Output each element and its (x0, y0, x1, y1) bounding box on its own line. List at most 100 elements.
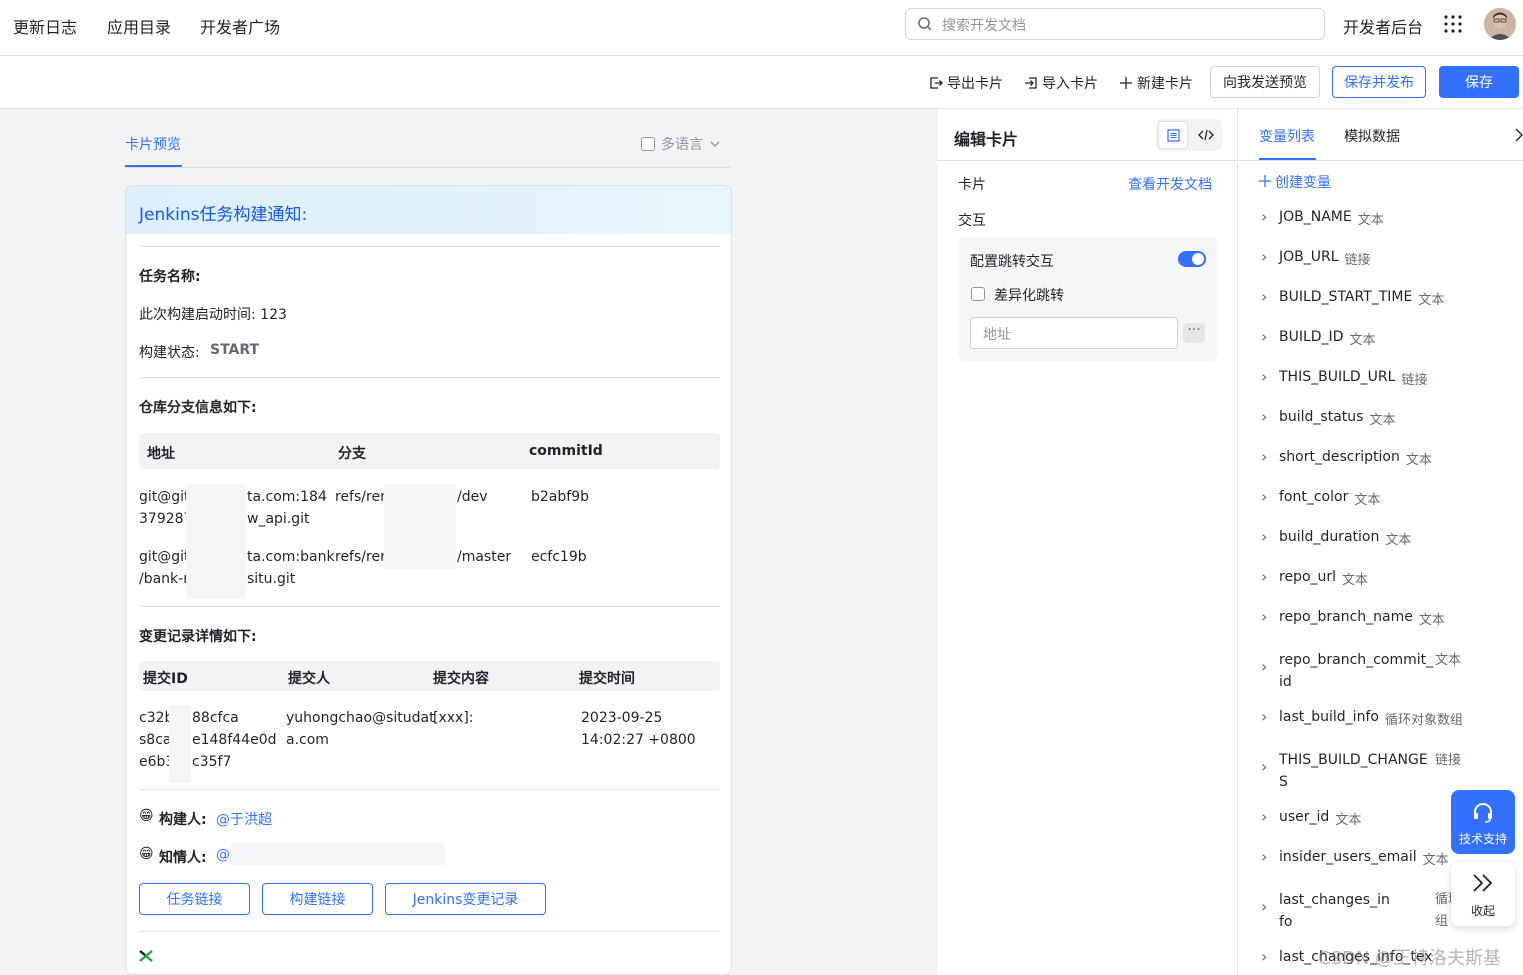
changes-col-content: 提交内容 (433, 671, 489, 687)
task-link-button[interactable]: 任务链接 (139, 883, 250, 915)
more-options-button[interactable]: ··· (1183, 323, 1205, 343)
multilang-toggle[interactable]: 多语言 (641, 134, 721, 154)
new-card-button[interactable]: 新建卡片 (1119, 73, 1193, 93)
variable-name: THIS_BUILD_URL (1279, 369, 1396, 385)
import-card-button[interactable]: 导入卡片 (1024, 73, 1098, 93)
tech-support-label: 技术支持 (1458, 832, 1507, 846)
variable-name: short_description (1279, 449, 1400, 465)
chevron-right-icon[interactable]: › (1261, 569, 1275, 585)
config-jump-toggle[interactable] (1178, 251, 1206, 267)
variable-item[interactable]: › insider_users_email 文本 (1261, 849, 1449, 869)
developer-console-link[interactable]: 开发者后台 (1343, 14, 1423, 38)
variable-item[interactable]: › font_color 文本 (1261, 489, 1380, 509)
tab-card-preview[interactable]: 卡片预览 (125, 134, 181, 154)
variable-name: font_color (1279, 489, 1349, 505)
jenkins-changes-button[interactable]: Jenkins变更记录 (385, 883, 546, 915)
collapse-button[interactable]: 收起 (1451, 862, 1515, 926)
insider-label: 知情人: (159, 850, 207, 866)
tab-variable-list[interactable]: 变量列表 (1259, 126, 1315, 146)
chevron-right-icon[interactable]: › (1261, 709, 1275, 725)
repo-cell: git@git (139, 489, 190, 505)
chevron-right-icon[interactable]: › (1261, 329, 1275, 345)
variable-item[interactable]: › BUILD_START_TIME 文本 (1261, 289, 1444, 309)
send-preview-button[interactable]: 向我发送预览 (1210, 66, 1320, 98)
variable-name: build_duration (1279, 529, 1380, 545)
task-name-label: 任务名称: (139, 269, 201, 285)
variable-item[interactable]: › repo_branch_name 文本 (1261, 609, 1445, 629)
app-grid-icon[interactable] (1444, 15, 1462, 33)
address-input[interactable]: 地址 (970, 317, 1178, 349)
search-input[interactable]: 搜索开发文档 (905, 8, 1325, 40)
chevron-right-icon[interactable]: › (1261, 289, 1275, 305)
variable-name-cont: S (1279, 774, 1288, 790)
import-icon (1025, 77, 1037, 89)
variable-item[interactable]: › build_duration 文本 (1261, 529, 1411, 549)
chevron-right-icon[interactable]: › (1261, 809, 1275, 825)
chevron-right-icon[interactable]: › (1261, 449, 1275, 465)
nav-developer-plaza[interactable]: 开发者广场 (200, 14, 280, 38)
nav-changelog[interactable]: 更新日志 (13, 14, 77, 38)
variable-type: 循环对象数组 (1384, 713, 1463, 728)
variable-name-cont: fo (1279, 914, 1293, 930)
tab-mock-data[interactable]: 模拟数据 (1344, 126, 1400, 146)
variable-type: 文本 (1405, 453, 1432, 468)
change-cell: e148f44e0d (192, 732, 277, 748)
chevron-right-icon[interactable]: › (1261, 529, 1275, 545)
multilang-checkbox[interactable] (641, 137, 655, 151)
chevron-right-icon[interactable] (1515, 128, 1523, 142)
variable-item[interactable]: › THIS_BUILD_CHANGE S 链接 (1261, 749, 1461, 793)
chevron-right-icon[interactable]: › (1261, 209, 1275, 225)
build-link-button[interactable]: 构建链接 (262, 883, 373, 915)
repo-cell: ta.com:184 (247, 489, 327, 505)
tech-support-button[interactable]: 技术支持 (1451, 790, 1515, 854)
save-button[interactable]: 保存 (1439, 66, 1519, 98)
create-variable-button[interactable]: 创建变量 (1259, 172, 1331, 192)
chevron-right-icon[interactable]: › (1261, 489, 1275, 505)
change-cell: 14:02:27 +0800 (581, 732, 696, 748)
variable-item[interactable]: › build_status 文本 (1261, 409, 1395, 429)
variable-item[interactable]: › last_build_info 循环对象数组 (1261, 709, 1463, 729)
chevron-right-icon[interactable]: › (1261, 849, 1275, 865)
builder-mention[interactable]: @于洪超 (216, 809, 272, 829)
var-tab-divider (1239, 160, 1523, 161)
chevron-right-icon[interactable]: › (1261, 759, 1275, 775)
chevron-right-icon[interactable]: › (1261, 249, 1275, 265)
variable-item[interactable]: › repo_url 文本 (1261, 569, 1368, 589)
variable-item[interactable]: › short_description 文本 (1261, 449, 1432, 469)
view-docs-link[interactable]: 查看开发文档 (1128, 174, 1212, 194)
list-icon (1167, 129, 1180, 142)
variable-name: insider_users_email (1279, 849, 1417, 865)
variable-item[interactable]: › THIS_BUILD_URL 链接 (1261, 369, 1427, 389)
nav-app-directory[interactable]: 应用目录 (107, 14, 171, 38)
divider (139, 246, 720, 247)
change-cell: s8ca (139, 732, 172, 748)
export-card-button[interactable]: 导出卡片 (929, 73, 1003, 93)
save-and-publish-button[interactable]: 保存并发布 (1332, 66, 1426, 98)
variable-item[interactable]: › BUILD_ID 文本 (1261, 329, 1376, 349)
preview-tab-divider (125, 167, 731, 168)
plus-icon (1259, 175, 1271, 187)
cross-logo-icon (139, 950, 153, 962)
repo-section-title: 仓库分支信息如下: (139, 400, 257, 416)
chevron-right-icon[interactable]: › (1261, 409, 1275, 425)
emoji-grin-icon: 😁 (139, 808, 154, 824)
view-mode-switch (1156, 119, 1222, 151)
variable-item[interactable]: › repo_branch_commit_ id 文本 (1261, 649, 1461, 693)
variable-name: JOB_URL (1279, 249, 1339, 265)
variable-item[interactable]: › user_id 文本 (1261, 809, 1361, 829)
variable-name: JOB_NAME (1279, 209, 1352, 225)
chevron-right-icon[interactable]: › (1261, 949, 1275, 965)
chevron-right-icon[interactable]: › (1261, 609, 1275, 625)
insider-mention[interactable]: @ (216, 847, 230, 863)
divider (139, 606, 720, 607)
variable-item[interactable]: › JOB_NAME 文本 (1261, 209, 1384, 229)
chevron-right-icon[interactable]: › (1261, 659, 1275, 675)
chevron-right-icon[interactable]: › (1261, 899, 1275, 915)
form-view-button[interactable] (1158, 121, 1188, 149)
chevron-right-icon[interactable]: › (1261, 369, 1275, 385)
user-avatar[interactable] (1484, 8, 1516, 40)
diff-jump-checkbox[interactable] (971, 287, 985, 301)
code-view-button[interactable] (1192, 121, 1220, 149)
variable-item[interactable]: › JOB_URL 链接 (1261, 249, 1371, 269)
config-jump-label: 配置跳转交互 (970, 254, 1054, 270)
